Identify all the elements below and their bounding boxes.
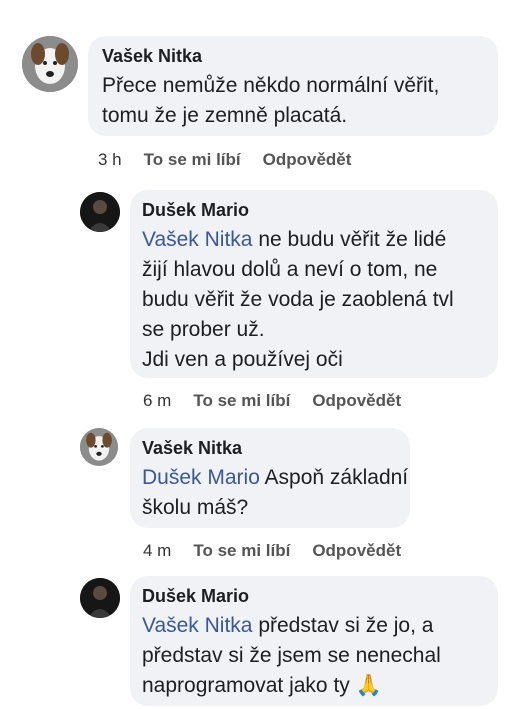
comment-bubble: Vašek Nitka Přece nemůže někdo normální …: [88, 36, 498, 136]
dog-photo-icon: [22, 36, 78, 92]
comment-actions: 4 m To se mi líbí Odpovědět: [143, 541, 401, 561]
like-button[interactable]: To se mi líbí: [193, 541, 290, 561]
comment-author[interactable]: Dušek Mario: [142, 586, 486, 607]
comment-text: Dušek Mario Aspoň základní školu máš?: [142, 463, 409, 523]
reply-button[interactable]: Odpovědět: [263, 150, 352, 170]
comment-text: Vašek Nitka představ si že jo, a předsta…: [142, 611, 486, 701]
person-photo-icon: [80, 192, 120, 232]
comment-time[interactable]: 3 h: [98, 150, 122, 170]
comment-line: naprogramovat jako ty 🙏: [142, 674, 382, 697]
avatar[interactable]: [80, 192, 120, 232]
reply-button[interactable]: Odpovědět: [312, 391, 401, 411]
comment-actions: 3 h To se mi líbí Odpovědět: [98, 150, 351, 170]
comment-bubble: Dušek Mario Vašek Nitka ne budu věřit že…: [130, 190, 498, 378]
comment-line: Vašek Nitka ne budu věřit že lidé: [142, 228, 447, 251]
comment-time[interactable]: 6 m: [143, 391, 171, 411]
comment-author[interactable]: Dušek Mario: [142, 200, 486, 221]
praying-hands-emoji: 🙏: [355, 674, 382, 697]
like-button[interactable]: To se mi líbí: [193, 391, 290, 411]
comment-line: budu věřit že voda je zaoblená tvl: [142, 288, 454, 311]
mention-link[interactable]: Vašek Nitka: [142, 614, 253, 637]
comment-line: školu máš?: [142, 496, 249, 519]
comment-line: Přece nemůže někdo normální věřit,: [102, 74, 440, 97]
comment-bubble: Vašek Nitka Dušek Mario Aspoň základní š…: [130, 428, 410, 528]
comment-line: Vašek Nitka představ si že jo, a: [142, 614, 434, 637]
comment-time[interactable]: 4 m: [143, 541, 171, 561]
mention-link[interactable]: Vašek Nitka: [142, 228, 253, 251]
dog-photo-icon: [80, 428, 118, 466]
comment-line: žijí hlavou dolů a neví o tom, ne: [142, 258, 438, 281]
comment-line: Jdi ven a používej oči: [142, 348, 343, 371]
avatar[interactable]: [80, 428, 118, 466]
comment-text: Vašek Nitka ne budu věřit že lidé žijí h…: [142, 225, 486, 375]
comment-line: tomu že je zemně placatá.: [102, 104, 348, 127]
mention-link[interactable]: Dušek Mario: [142, 466, 260, 489]
avatar[interactable]: [22, 36, 78, 92]
person-photo-icon: [80, 578, 120, 618]
like-button[interactable]: To se mi líbí: [144, 150, 241, 170]
comment-line: se prober už.: [142, 318, 265, 341]
comment-bubble: Dušek Mario Vašek Nitka představ si že j…: [130, 576, 498, 706]
comment-author[interactable]: Vašek Nitka: [142, 438, 398, 459]
comment-text: Přece nemůže někdo normální věřit, tomu …: [102, 71, 484, 131]
reply-button[interactable]: Odpovědět: [312, 541, 401, 561]
avatar[interactable]: [80, 578, 120, 618]
comment-author[interactable]: Vašek Nitka: [102, 46, 484, 67]
comment-actions: 6 m To se mi líbí Odpovědět: [143, 391, 401, 411]
comment-line: Dušek Mario Aspoň základní: [142, 466, 409, 489]
comment-line: představ si že jsem se nenechal: [142, 644, 441, 667]
